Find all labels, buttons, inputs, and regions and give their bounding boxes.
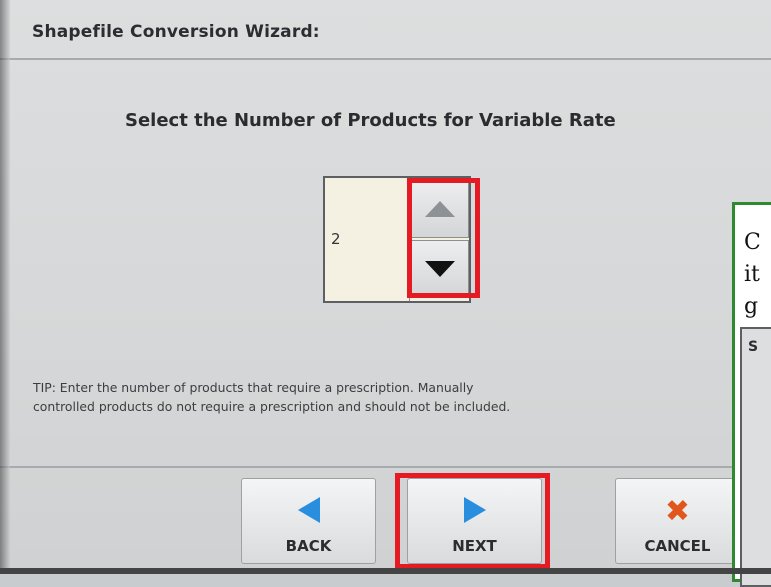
screen-bezel-left bbox=[0, 0, 10, 574]
tip-line-1: TIP: Enter the number of products that r… bbox=[33, 380, 474, 395]
cancel-button-label: CANCEL bbox=[644, 537, 711, 555]
footer-divider bbox=[0, 466, 771, 468]
stepper-arrows-highlight bbox=[407, 178, 480, 298]
back-button-label: BACK bbox=[285, 537, 332, 555]
wizard-screen: Shapefile Conversion Wizard: Select the … bbox=[0, 0, 771, 587]
screen-bezel-bottom bbox=[0, 568, 771, 574]
overlay-line-3: g bbox=[744, 294, 759, 319]
cancel-button[interactable]: ✖ CANCEL bbox=[615, 478, 740, 564]
back-button[interactable]: BACK bbox=[241, 478, 376, 564]
overlay-line-1: C bbox=[744, 230, 761, 255]
title-divider bbox=[0, 58, 771, 60]
wizard-title: Shapefile Conversion Wizard: bbox=[32, 22, 320, 42]
overlay-inner-label: S bbox=[748, 339, 759, 355]
cancel-x-icon: ✖ bbox=[664, 494, 691, 529]
stepper-value[interactable]: 2 bbox=[331, 230, 341, 248]
next-button-highlight bbox=[395, 473, 550, 569]
overlay-inner-screenshot: S bbox=[740, 327, 771, 587]
overlay-callout-panel: C it g c S bbox=[732, 202, 771, 587]
back-arrow-icon bbox=[297, 497, 320, 523]
tip-line-2: controlled products do not require a pre… bbox=[33, 399, 511, 414]
prompt-text: Select the Number of Products for Variab… bbox=[125, 110, 616, 131]
tip-text: TIP: Enter the number of products that r… bbox=[33, 378, 733, 416]
overlay-line-2: it bbox=[744, 262, 760, 287]
